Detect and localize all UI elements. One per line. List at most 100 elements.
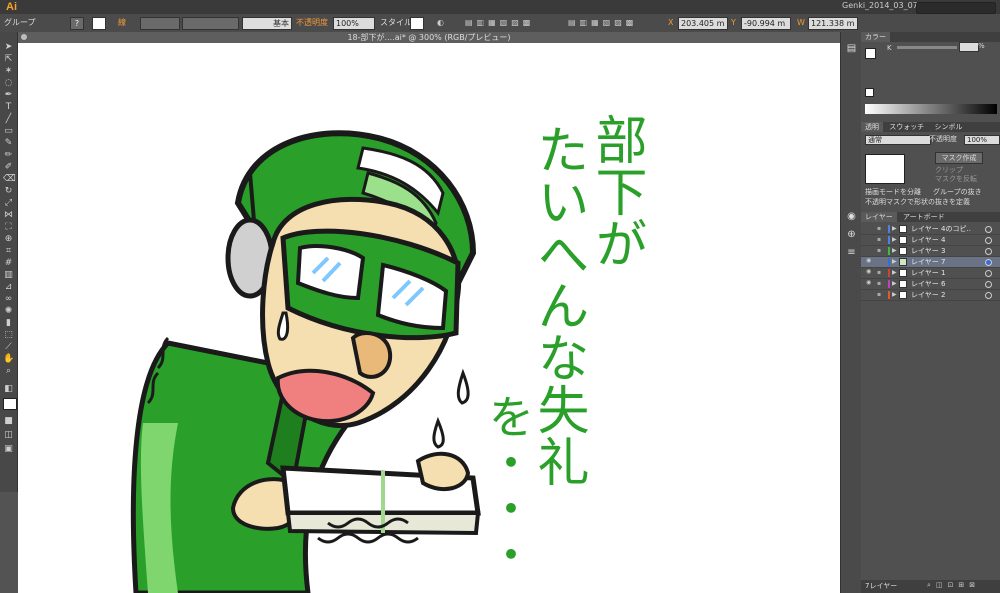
workspace-switcher[interactable]: Genki_2014_03_07 [842, 1, 918, 10]
artboard-tool-icon[interactable]: ⬚ [3, 330, 14, 340]
perspective-grid-tool-icon[interactable]: ⌗ [3, 246, 14, 256]
free-transform-tool-icon[interactable]: ⛶ [3, 222, 14, 232]
symbol-sprayer-tool-icon[interactable]: ✺ [3, 306, 14, 316]
layer-name[interactable]: レイヤー 1 [911, 268, 945, 278]
properties-icon[interactable]: ▤ [845, 42, 858, 55]
shape-builder-tool-icon[interactable]: ⊕ [3, 234, 14, 244]
color-k-slider[interactable] [897, 46, 957, 49]
layer-target-icon[interactable] [985, 292, 992, 299]
layer-row[interactable]: ▪ ▶ レイヤー 2 [861, 290, 1000, 301]
hand-tool-icon[interactable]: ✋ [3, 354, 14, 364]
selection-tool-icon[interactable]: ➤ [3, 42, 14, 52]
w-field[interactable]: 121.338 m [808, 17, 858, 30]
layer-target-icon[interactable] [985, 237, 992, 244]
distribute-icons[interactable]: ▤▥▦▧▨▩ [568, 17, 637, 28]
drawing-mode-icon[interactable]: ◫ [3, 430, 14, 440]
align-icons[interactable]: ▤▥▦▧▨▩ [465, 17, 534, 28]
lock-icon[interactable]: ▪ [877, 236, 883, 243]
width-tool-icon[interactable]: ⋈ [3, 210, 14, 220]
rotate-tool-icon[interactable]: ↻ [3, 186, 14, 196]
slice-tool-icon[interactable]: ⟋ [3, 342, 14, 352]
default-fill-stroke-icon[interactable]: ◧ [3, 384, 14, 394]
recolor-artwork-icon[interactable]: ◐ [437, 17, 444, 28]
blend-tool-icon[interactable]: ∞ [3, 294, 14, 304]
layer-row-selected[interactable]: ◉ ▶ レイヤー 7 [861, 257, 1000, 268]
artboard-canvas[interactable]: 部下が たいへんな失礼 を・・・ [18, 43, 840, 593]
layer-row[interactable]: ◉ ▪ ▶ レイヤー 1 [861, 268, 1000, 279]
lock-icon[interactable]: ▪ [877, 280, 883, 287]
eraser-tool-icon[interactable]: ⌫ [3, 174, 16, 184]
help-search-input[interactable] [916, 2, 996, 14]
clip-checkbox[interactable]: クリップ [935, 166, 963, 175]
knockout-group-checkbox[interactable]: グループの抜き [933, 188, 982, 197]
fill-stroke-swatch[interactable] [3, 398, 17, 410]
eye-icon[interactable]: ◉ [866, 269, 873, 275]
variable-width-profile[interactable] [182, 17, 239, 30]
rectangle-tool-icon[interactable]: ▭ [3, 126, 14, 136]
expand-triangle-icon[interactable]: ▶ [892, 247, 897, 255]
artwork[interactable] [18, 43, 840, 593]
eye-icon[interactable]: ◉ [866, 258, 873, 264]
brush-definition[interactable]: 基本 [242, 17, 292, 30]
layer-row[interactable]: ◉ ▪ ▶ レイヤー 6 [861, 279, 1000, 290]
screen-mode-icon[interactable]: ▣ [3, 444, 14, 454]
layer-target-icon[interactable] [985, 259, 992, 266]
expand-triangle-icon[interactable]: ▶ [892, 225, 897, 233]
layer-target-icon[interactable] [985, 281, 992, 288]
tab-color[interactable]: カラー [861, 32, 890, 42]
eye-icon[interactable]: ◉ [866, 280, 873, 286]
paintbrush-tool-icon[interactable]: ✎ [3, 138, 14, 148]
color-spectrum-bar[interactable] [865, 104, 997, 114]
line-tool-icon[interactable]: ╱ [3, 114, 14, 124]
pen-tool-icon[interactable]: ✒ [3, 90, 14, 100]
blob-brush-tool-icon[interactable]: ✐ [3, 162, 14, 172]
lasso-tool-icon[interactable]: ◌ [3, 78, 14, 88]
transparency-opacity-field[interactable]: 100% [964, 135, 1000, 145]
layer-row[interactable]: ▪ ▶ レイヤー 4のコピ.. [861, 224, 1000, 235]
mesh-tool-icon[interactable]: # [3, 258, 14, 268]
layer-actions-icons[interactable]: ⌕◫⊡⊞⊠ [927, 581, 980, 590]
graphic-styles-icon[interactable]: ⊕ [845, 228, 858, 241]
close-document-icon[interactable] [21, 34, 27, 40]
magic-wand-tool-icon[interactable]: ✶ [3, 66, 14, 76]
zoom-tool-icon[interactable]: ⌕ [3, 366, 14, 376]
gradient-tool-icon[interactable]: ▥ [3, 270, 14, 280]
stroke-icon[interactable]: ≡ [845, 246, 858, 259]
stroke-label[interactable]: 線 [118, 17, 126, 28]
lock-icon[interactable]: ▪ [877, 247, 883, 254]
lock-icon[interactable]: ▪ [877, 225, 883, 232]
color-stroke-swatch[interactable] [865, 88, 874, 97]
appearance-icon[interactable]: ◉ [845, 210, 858, 223]
opacity-label[interactable]: 不透明度 [296, 17, 328, 28]
graphic-style-swatch[interactable] [410, 17, 424, 30]
pencil-tool-icon[interactable]: ✏ [3, 150, 14, 160]
help-icon[interactable]: ? [70, 17, 84, 30]
invert-mask-checkbox[interactable]: マスクを反転 [935, 175, 977, 184]
isolate-blending-checkbox[interactable]: 描画モードを分離 [865, 188, 921, 197]
scale-tool-icon[interactable]: ⤢ [3, 198, 14, 208]
type-tool-icon[interactable]: T [3, 102, 14, 112]
expand-triangle-icon[interactable]: ▶ [892, 236, 897, 244]
tab-swatches[interactable]: スウォッチ [885, 122, 928, 132]
blend-mode-select[interactable]: 通常 [865, 135, 931, 145]
tab-symbols[interactable]: シンボル [930, 122, 966, 132]
layer-name[interactable]: レイヤー 4 [911, 235, 945, 245]
lock-icon[interactable]: ▪ [877, 269, 883, 276]
layer-target-icon[interactable] [985, 270, 992, 277]
expand-triangle-icon[interactable]: ▶ [892, 280, 897, 288]
layer-name[interactable]: レイヤー 3 [911, 246, 945, 256]
color-mode-icons[interactable]: ■ [3, 416, 14, 426]
color-panel-header[interactable]: カラー [861, 32, 1000, 42]
expand-triangle-icon[interactable]: ▶ [892, 291, 897, 299]
color-fill-swatch[interactable] [865, 48, 876, 59]
make-mask-button[interactable]: マスク作成 [935, 152, 983, 164]
layer-row[interactable]: ▪ ▶ レイヤー 3 [861, 246, 1000, 257]
expand-triangle-icon[interactable]: ▶ [892, 258, 897, 266]
column-graph-tool-icon[interactable]: ▮ [3, 318, 14, 328]
direct-selection-tool-icon[interactable]: ⇱ [3, 54, 14, 64]
tab-transparency[interactable]: 透明 [861, 122, 883, 132]
x-field[interactable]: 203.405 m [678, 17, 728, 30]
color-k-field[interactable] [959, 42, 979, 52]
fill-swatch[interactable] [92, 17, 106, 30]
layer-target-icon[interactable] [985, 226, 992, 233]
